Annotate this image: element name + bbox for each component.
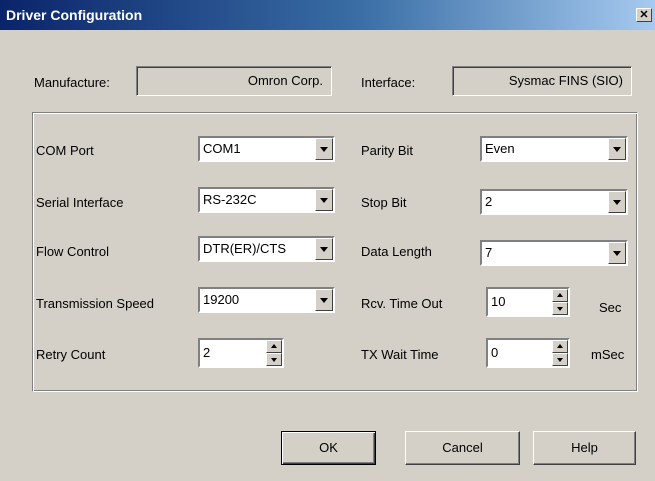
manufacture-label: Manufacture: <box>34 75 110 90</box>
arrow-up-icon <box>557 344 563 348</box>
chevron-down-icon <box>613 147 621 152</box>
tx-wait-time-spinner[interactable]: 0 <box>486 338 570 368</box>
retry-count-decrement-button[interactable] <box>266 353 282 366</box>
com-port-value: COM1 <box>203 141 241 156</box>
transmission-speed-value: 19200 <box>203 292 240 307</box>
tx-wait-time-decrement-button[interactable] <box>552 353 568 366</box>
chevron-down-icon <box>320 147 328 152</box>
rcv-time-out-increment-button[interactable] <box>552 289 568 302</box>
rcv-time-out-spinner[interactable]: 10 <box>486 287 570 317</box>
chevron-down-icon <box>320 198 328 203</box>
stop-bit-select[interactable]: 2 <box>480 189 628 215</box>
arrow-down-icon <box>271 358 277 362</box>
interface-label: Interface: <box>361 75 416 90</box>
data-length-select[interactable]: 7 <box>480 240 628 266</box>
tx-wait-time-value: 0 <box>491 345 499 360</box>
rcv-time-out-label: Rcv. Time Out <box>361 296 443 311</box>
rcv-time-out-decrement-button[interactable] <box>552 302 568 315</box>
rcv-time-out-value: 10 <box>491 294 506 309</box>
flow-control-value: DTR(ER)/CTS <box>203 241 287 256</box>
manufacture-value: Omron Corp. <box>247 73 323 88</box>
parity-bit-dropdown-button[interactable] <box>608 138 626 160</box>
manufacture-field: Omron Corp. <box>136 66 332 96</box>
com-port-label: COM Port <box>36 143 94 158</box>
window-title: Driver Configuration <box>6 7 143 23</box>
chevron-down-icon <box>613 251 621 256</box>
chevron-down-icon <box>320 247 328 252</box>
flow-control-dropdown-button[interactable] <box>315 238 333 260</box>
tx-wait-time-label: TX Wait Time <box>361 347 439 362</box>
stop-bit-value: 2 <box>485 194 493 209</box>
retry-count-spinner[interactable]: 2 <box>198 338 284 368</box>
data-length-dropdown-button[interactable] <box>608 242 626 264</box>
close-icon: ✕ <box>639 9 649 21</box>
serial-interface-label: Serial Interface <box>36 195 124 210</box>
arrow-down-icon <box>557 358 563 362</box>
stop-bit-dropdown-button[interactable] <box>608 191 626 213</box>
chevron-down-icon <box>320 298 328 303</box>
arrow-down-icon <box>557 307 563 311</box>
serial-interface-select[interactable]: RS-232C <box>198 187 335 213</box>
parity-bit-label: Parity Bit <box>361 143 414 158</box>
serial-interface-value: RS-232C <box>203 192 257 207</box>
retry-count-increment-button[interactable] <box>266 340 282 353</box>
rcv-time-out-unit: Sec <box>599 300 622 315</box>
help-button[interactable]: Help <box>533 431 636 465</box>
interface-value: Sysmac FINS (SIO) <box>508 73 623 88</box>
arrow-up-icon <box>271 344 277 348</box>
transmission-speed-label: Transmission Speed <box>36 296 155 311</box>
tx-wait-time-increment-button[interactable] <box>552 340 568 353</box>
stop-bit-label: Stop Bit <box>361 195 407 210</box>
retry-count-value: 2 <box>203 345 211 360</box>
transmission-speed-dropdown-button[interactable] <box>315 289 333 311</box>
arrow-up-icon <box>557 293 563 297</box>
flow-control-select[interactable]: DTR(ER)/CTS <box>198 236 335 262</box>
data-length-label: Data Length <box>361 244 432 259</box>
com-port-dropdown-button[interactable] <box>315 138 333 160</box>
serial-interface-dropdown-button[interactable] <box>315 189 333 211</box>
interface-field: Sysmac FINS (SIO) <box>452 66 632 96</box>
flow-control-label: Flow Control <box>36 244 109 259</box>
ok-button[interactable]: OK <box>281 431 376 465</box>
transmission-speed-select[interactable]: 19200 <box>198 287 335 313</box>
close-button[interactable]: ✕ <box>636 8 652 22</box>
parity-bit-select[interactable]: Even <box>480 136 628 162</box>
retry-count-label: Retry Count <box>36 347 106 362</box>
chevron-down-icon <box>613 200 621 205</box>
com-port-select[interactable]: COM1 <box>198 136 335 162</box>
data-length-value: 7 <box>485 245 493 260</box>
title-bar[interactable]: Driver Configuration ✕ <box>0 0 655 30</box>
parity-bit-value: Even <box>485 141 515 156</box>
tx-wait-time-unit: mSec <box>591 347 625 362</box>
cancel-button[interactable]: Cancel <box>405 431 520 465</box>
driver-configuration-dialog: Driver Configuration ✕ Manufacture: Omro… <box>0 0 655 481</box>
